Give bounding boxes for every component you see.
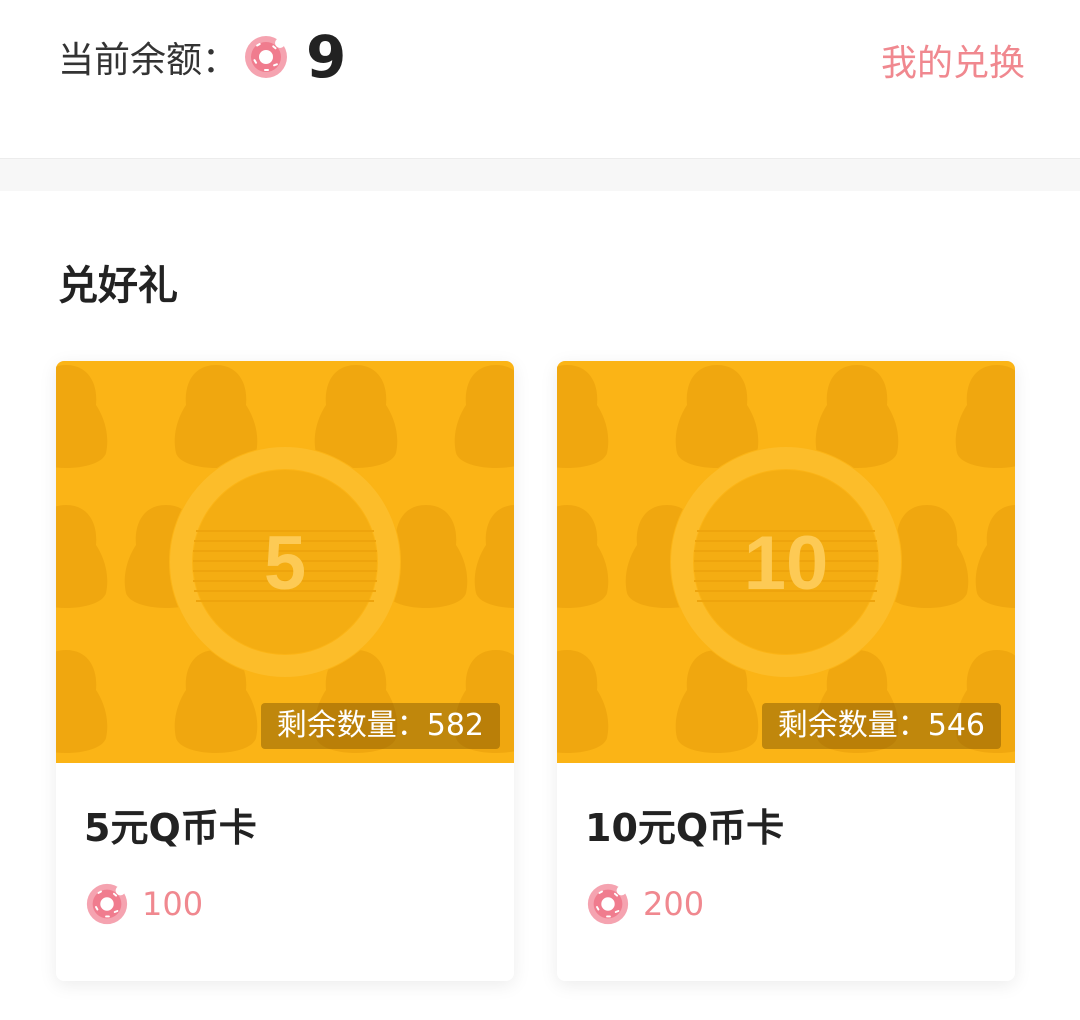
product-card[interactable]: 10 剩余数量： 546 10元Q币卡 200	[557, 361, 1015, 981]
balance-label: 当前余额：	[58, 40, 239, 81]
product-image: 10 剩余数量： 546	[557, 361, 1015, 763]
header: 当前余额： 9 我的兑换	[0, 0, 1080, 159]
my-exchange-link[interactable]: 我的兑换	[881, 34, 1025, 86]
donut-icon	[242, 33, 290, 81]
section-divider	[0, 159, 1080, 191]
donut-icon	[585, 881, 631, 927]
stock-label: 剩余数量：	[276, 708, 427, 743]
donut-icon	[84, 881, 130, 927]
face-value-text: 10	[744, 521, 829, 606]
balance-value: 9	[306, 23, 347, 91]
stock-value: 546	[927, 708, 985, 743]
stock-label: 剩余数量：	[777, 708, 928, 743]
section-title: 兑好礼	[58, 263, 178, 309]
price-value: 100	[142, 885, 204, 923]
stock-badge: 剩余数量： 582	[260, 703, 500, 749]
product-image: 5 剩余数量： 582	[56, 361, 514, 763]
product-name: 5元Q币卡	[84, 806, 257, 850]
stock-value: 582	[426, 708, 484, 743]
balance-display: 当前余额： 9	[58, 22, 346, 92]
stock-badge: 剩余数量： 546	[761, 703, 1001, 749]
main-content: 兑好礼 5 剩余数量： 582 5元Q币卡 100 10 剩余数量： 546 1…	[0, 191, 1080, 1020]
product-card[interactable]: 5 剩余数量： 582 5元Q币卡 100	[56, 361, 514, 981]
product-name: 10元Q币卡	[585, 806, 785, 850]
product-price: 200	[585, 879, 704, 929]
price-value: 200	[643, 885, 705, 923]
face-value-text: 5	[264, 521, 306, 606]
product-price: 100	[84, 879, 203, 929]
